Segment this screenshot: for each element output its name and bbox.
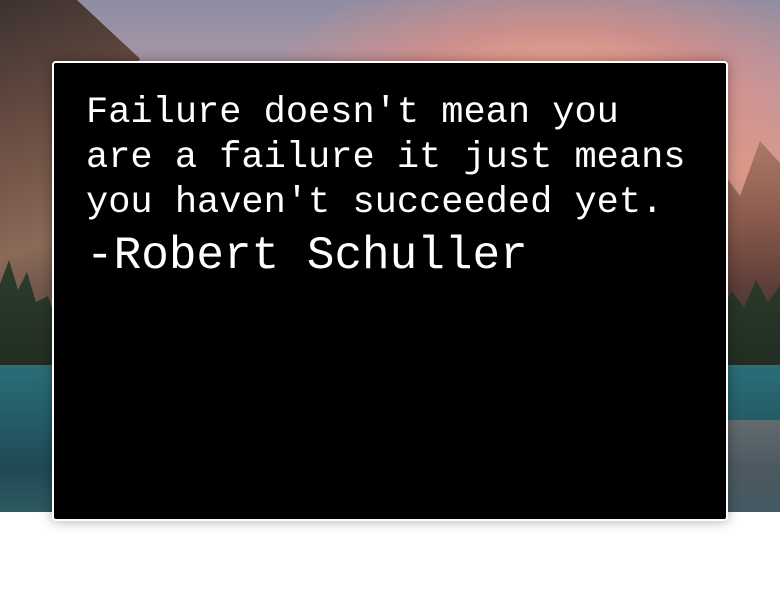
quote-author: -Robert Schuller [86, 230, 528, 282]
quote-text: Failure doesn't mean you are a failure i… [86, 92, 686, 224]
quote-card: Failure doesn't mean you are a failure i… [52, 61, 728, 521]
lake-reflection [725, 420, 780, 512]
page-bottom-area [0, 512, 780, 600]
